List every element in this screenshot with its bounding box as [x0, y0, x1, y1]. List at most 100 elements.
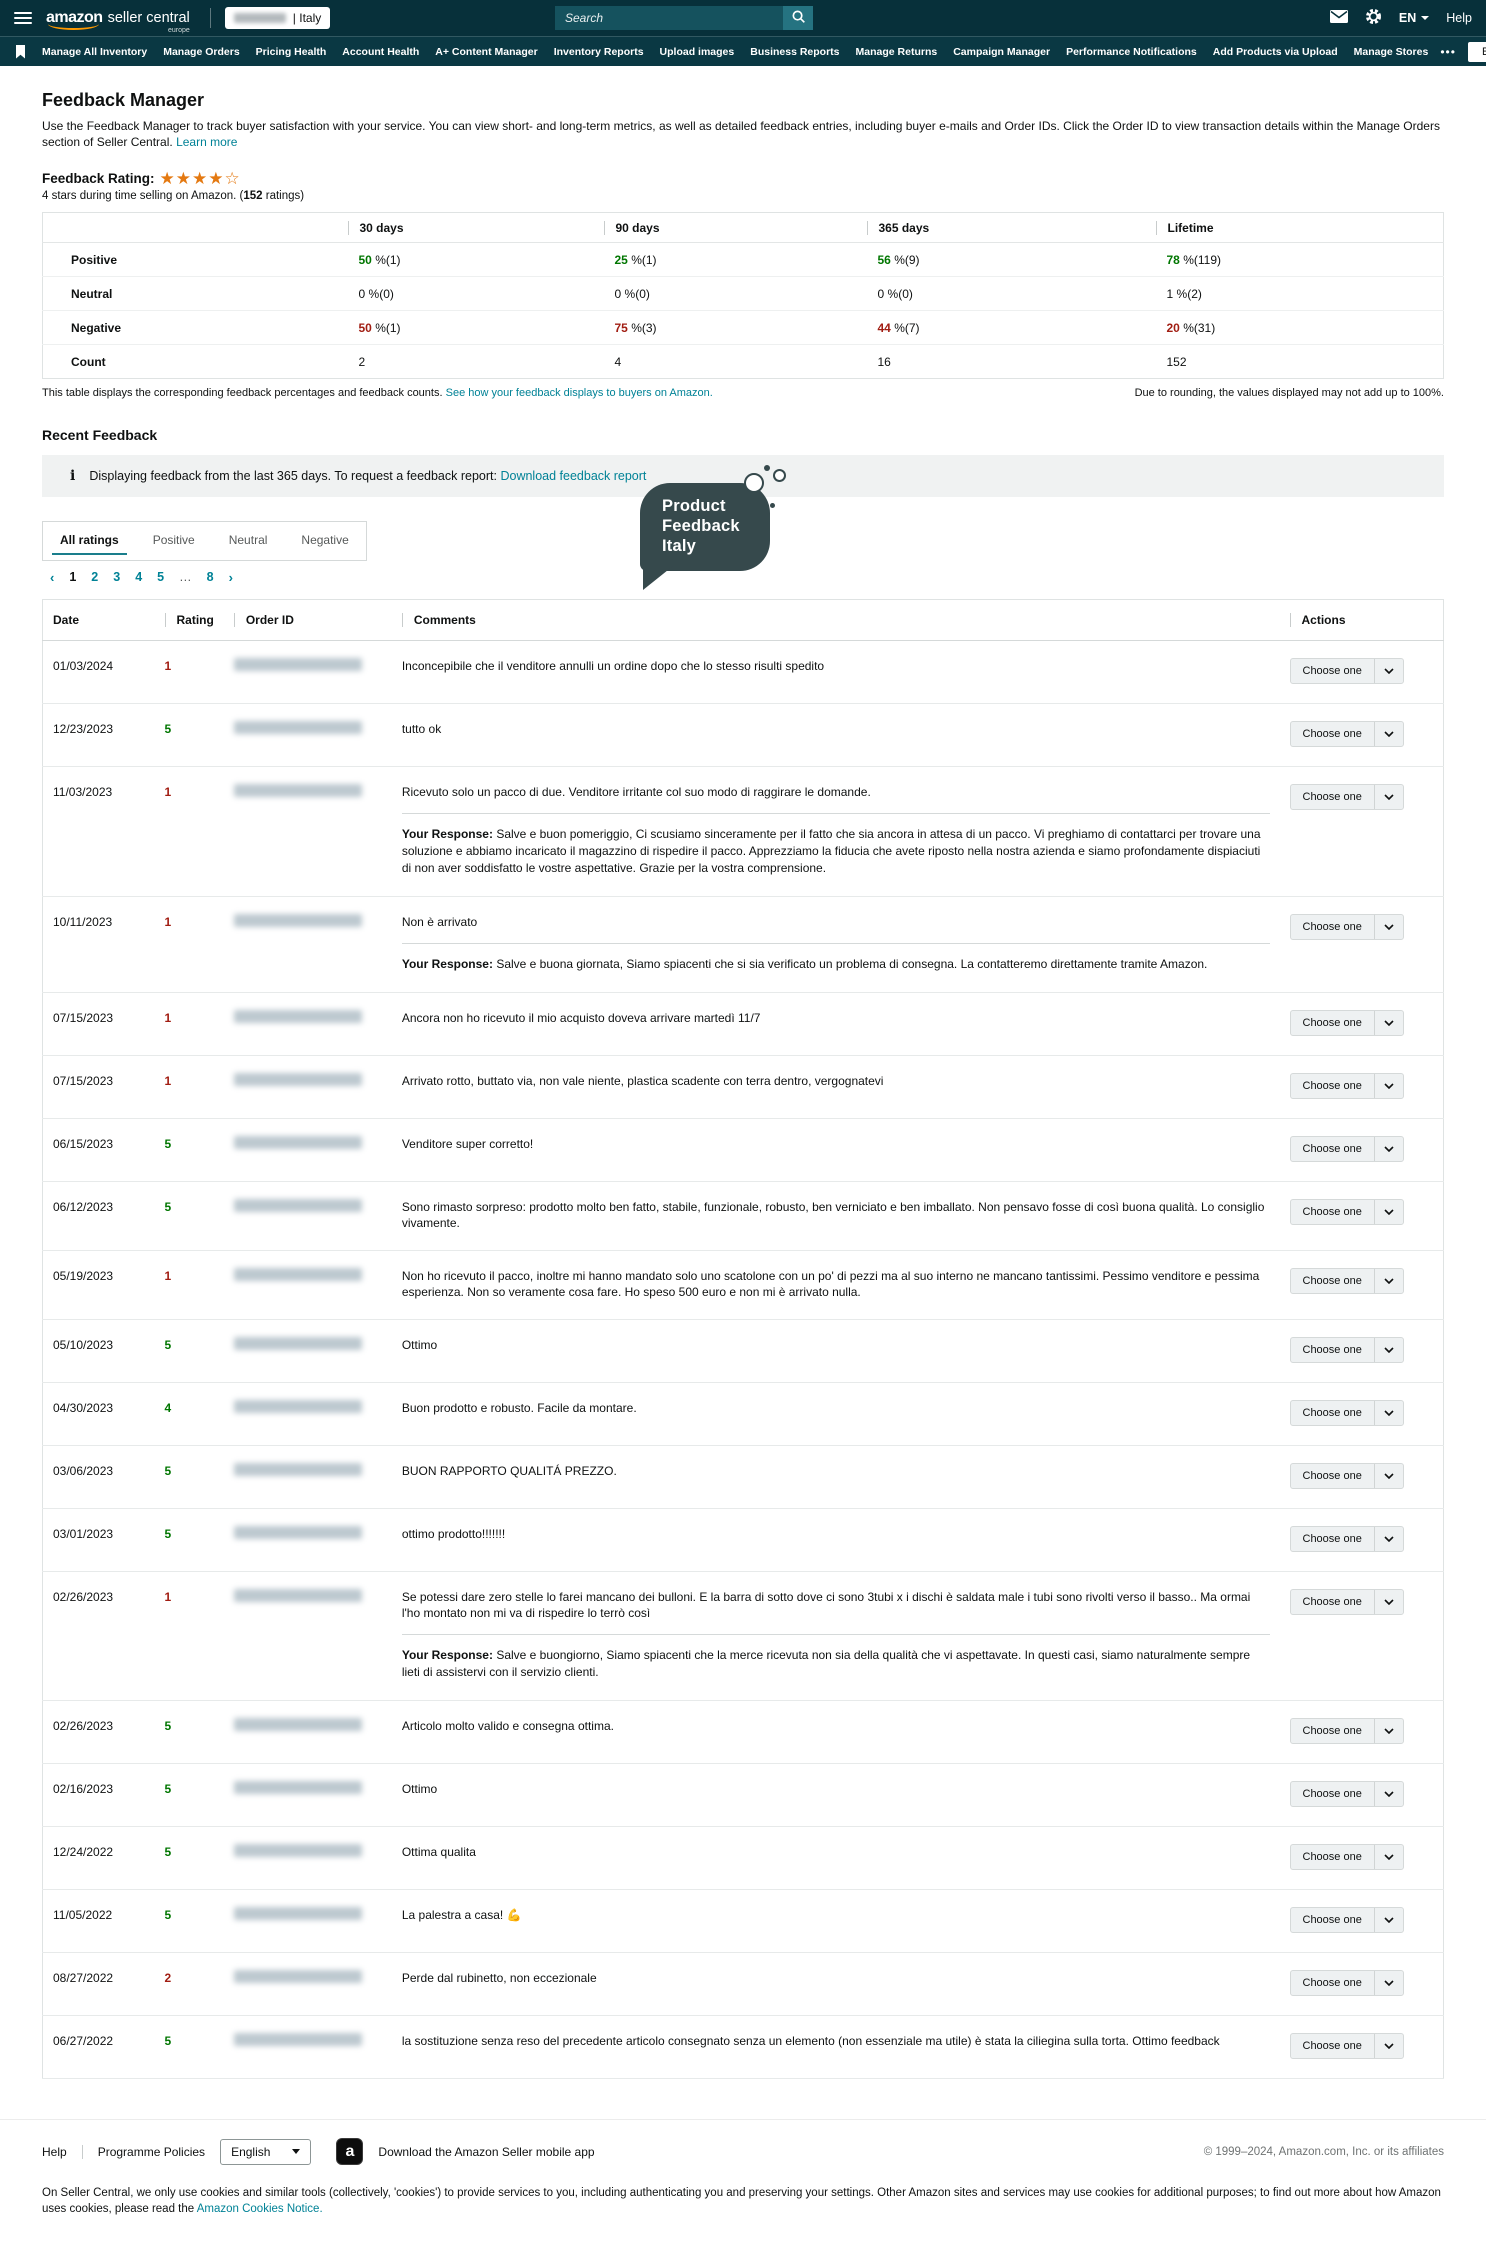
feedback-comment-cell: Arrivato rotto, buttato via, non vale ni…: [392, 1056, 1280, 1119]
seller-response: Your Response: Salve e buongiorno, Siamo…: [402, 1634, 1270, 1681]
choose-one-button[interactable]: Choose one: [1290, 721, 1404, 747]
search-button[interactable]: [783, 6, 813, 30]
order-id-redacted[interactable]: [234, 1844, 362, 1857]
choose-one-button[interactable]: Choose one: [1290, 784, 1404, 810]
help-link[interactable]: Help: [1446, 11, 1472, 25]
tab-all-ratings[interactable]: All ratings: [43, 522, 136, 560]
amazon-seller-app-icon[interactable]: a: [336, 2138, 363, 2165]
nav-item-manage-all-inventory[interactable]: Manage All Inventory: [42, 46, 147, 58]
order-id-redacted[interactable]: [234, 914, 362, 927]
choose-one-button[interactable]: Choose one: [1290, 1844, 1404, 1870]
feedback-actions-cell: Choose one: [1280, 1890, 1444, 1953]
seller-central-text: seller centraleurope: [108, 10, 190, 26]
choose-one-button[interactable]: Choose one: [1290, 1526, 1404, 1552]
order-id-redacted[interactable]: [234, 1526, 362, 1539]
language-select[interactable]: English: [220, 2139, 311, 2165]
order-id-redacted[interactable]: [234, 1589, 362, 1602]
bookmark-icon[interactable]: [15, 45, 26, 59]
nav-item-inventory-reports[interactable]: Inventory Reports: [554, 46, 644, 58]
choose-one-button[interactable]: Choose one: [1290, 1589, 1404, 1615]
feedback-comment-text: Non ho ricevuto il pacco, inoltre mi han…: [402, 1268, 1270, 1300]
choose-one-button[interactable]: Choose one: [1290, 914, 1404, 940]
choose-one-button[interactable]: Choose one: [1290, 1970, 1404, 1996]
order-id-redacted[interactable]: [234, 1718, 362, 1731]
feedback-rating-value: 5: [155, 704, 224, 767]
choose-one-button[interactable]: Choose one: [1290, 658, 1404, 684]
pagination-next-icon[interactable]: ›: [229, 571, 233, 584]
language-switcher[interactable]: EN: [1399, 11, 1429, 25]
nav-item-campaign-manager[interactable]: Campaign Manager: [953, 46, 1050, 58]
choose-one-button[interactable]: Choose one: [1290, 1463, 1404, 1489]
choose-one-button[interactable]: Choose one: [1290, 1781, 1404, 1807]
order-id-redacted[interactable]: [234, 2033, 362, 2046]
order-id-redacted[interactable]: [234, 658, 362, 671]
footer-policies-link[interactable]: Programme Policies: [98, 2145, 205, 2159]
nav-item-a-content-manager[interactable]: A+ Content Manager: [435, 46, 537, 58]
hamburger-menu-icon[interactable]: [14, 9, 32, 27]
order-id-redacted[interactable]: [234, 1907, 362, 1920]
summary-row-neutral: Neutral0 %(0)0 %(0)0 %(0)1 %(2): [43, 277, 1444, 311]
order-id-redacted[interactable]: [234, 1400, 362, 1413]
order-id-redacted[interactable]: [234, 1136, 362, 1149]
nav-item-upload-images[interactable]: Upload images: [660, 46, 735, 58]
feedback-header-row: Date Rating Order ID Comments Actions: [43, 600, 1444, 641]
cookies-notice-link[interactable]: Amazon Cookies Notice.: [197, 2203, 323, 2215]
tab-positive[interactable]: Positive: [136, 522, 212, 560]
order-id-redacted[interactable]: [234, 721, 362, 734]
choose-one-button[interactable]: Choose one: [1290, 1718, 1404, 1744]
choose-one-button[interactable]: Choose one: [1290, 1199, 1404, 1225]
order-id-redacted[interactable]: [234, 1268, 362, 1281]
order-id-redacted[interactable]: [234, 1199, 362, 1212]
choose-one-button[interactable]: Choose one: [1290, 2033, 1404, 2059]
settings-button[interactable]: [1365, 8, 1382, 28]
pagination-page-2[interactable]: 2: [91, 570, 98, 584]
feedback-comment-cell: Articolo molto valido e consegna ottima.: [392, 1701, 1280, 1764]
nav-item-pricing-health[interactable]: Pricing Health: [256, 46, 327, 58]
choose-one-button[interactable]: Choose one: [1290, 1400, 1404, 1426]
choose-one-button[interactable]: Choose one: [1290, 1907, 1404, 1933]
choose-one-button[interactable]: Choose one: [1290, 1337, 1404, 1363]
feedback-rating-value: 1: [155, 641, 224, 704]
nav-overflow-button[interactable]: •••: [1440, 45, 1456, 59]
store-name-redacted: [234, 13, 286, 23]
choose-one-button[interactable]: Choose one: [1290, 1136, 1404, 1162]
tab-negative[interactable]: Negative: [284, 522, 365, 560]
pagination-page-5[interactable]: 5: [157, 570, 164, 584]
seller-central-logo[interactable]: amazon seller centraleurope: [46, 9, 190, 27]
pagination-page-1[interactable]: 1: [69, 570, 76, 584]
order-id-redacted[interactable]: [234, 784, 362, 797]
messages-button[interactable]: [1330, 10, 1348, 26]
pagination-page-3[interactable]: 3: [113, 570, 120, 584]
order-id-redacted[interactable]: [234, 1337, 362, 1350]
pagination-page-8[interactable]: 8: [207, 570, 214, 584]
tab-neutral[interactable]: Neutral: [212, 522, 285, 560]
choose-one-button[interactable]: Choose one: [1290, 1010, 1404, 1036]
nav-item-business-reports[interactable]: Business Reports: [750, 46, 839, 58]
nav-item-add-products-via-upload[interactable]: Add Products via Upload: [1213, 46, 1338, 58]
download-app-link[interactable]: Download the Amazon Seller mobile app: [378, 2145, 594, 2159]
store-switcher[interactable]: | Italy: [225, 7, 330, 29]
nav-item-performance-notifications[interactable]: Performance Notifications: [1066, 46, 1197, 58]
nav-item-manage-stores[interactable]: Manage Stores: [1354, 46, 1429, 58]
download-feedback-report-link[interactable]: Download feedback report: [500, 469, 646, 483]
choose-one-button[interactable]: Choose one: [1290, 1073, 1404, 1099]
rating-summary-prefix: 4 stars during time selling on Amazon. (: [42, 190, 243, 202]
pagination-page-4[interactable]: 4: [135, 570, 142, 584]
order-id-redacted[interactable]: [234, 1073, 362, 1086]
footer-help-link[interactable]: Help: [42, 2145, 67, 2159]
order-id-redacted[interactable]: [234, 1970, 362, 1983]
order-id-redacted[interactable]: [234, 1781, 362, 1794]
search-input[interactable]: [555, 6, 783, 30]
order-id-redacted[interactable]: [234, 1010, 362, 1023]
feedback-order-id-cell: [224, 1119, 392, 1182]
summary-cell: 25 %(1): [594, 243, 857, 277]
choose-one-button[interactable]: Choose one: [1290, 1268, 1404, 1294]
edit-nav-button[interactable]: Edit: [1468, 42, 1486, 62]
pagination-prev-icon[interactable]: ‹: [50, 571, 54, 584]
order-id-redacted[interactable]: [234, 1463, 362, 1476]
nav-item-manage-returns[interactable]: Manage Returns: [856, 46, 938, 58]
see-feedback-display-link[interactable]: See how your feedback displays to buyers…: [446, 387, 713, 399]
learn-more-link[interactable]: Learn more: [176, 135, 237, 149]
nav-item-manage-orders[interactable]: Manage Orders: [163, 46, 239, 58]
nav-item-account-health[interactable]: Account Health: [342, 46, 419, 58]
